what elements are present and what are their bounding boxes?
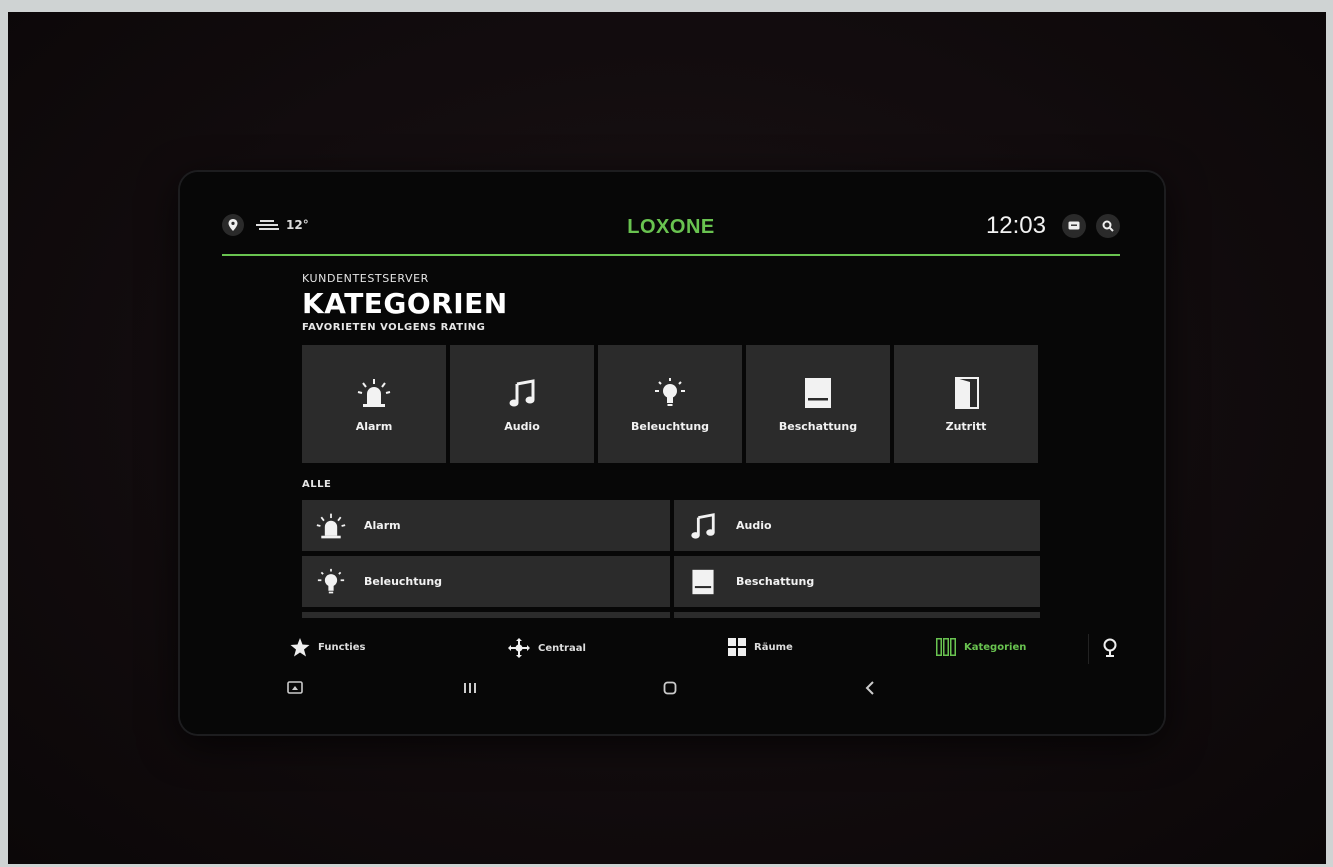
favorite-tile-alarm[interactable]: Alarm bbox=[302, 345, 446, 463]
nav-tab-label: Räume bbox=[754, 641, 793, 653]
category-label: Alarm bbox=[364, 519, 401, 532]
message-icon bbox=[1068, 221, 1080, 230]
all-heading: ALLE bbox=[302, 479, 332, 490]
screen-capture-icon bbox=[287, 681, 303, 694]
lightbulb-icon bbox=[317, 568, 345, 593]
loxone-logo: LOXONE bbox=[627, 216, 715, 238]
all-categories-list: Alarm Audio Beleuchtung Beschattung bbox=[302, 500, 1044, 618]
favorite-label: Zutritt bbox=[945, 419, 987, 433]
top-bar-right: 12:03 bbox=[986, 212, 1120, 240]
nav-user-button[interactable] bbox=[1102, 638, 1118, 658]
grid-icon bbox=[728, 638, 746, 656]
siren-icon bbox=[316, 513, 346, 538]
main-content: KUNDENTESTSERVER KATEGORIEN FAVORIETEN V… bbox=[302, 272, 1044, 618]
location-pin-icon bbox=[228, 219, 238, 231]
categories-icon bbox=[936, 638, 956, 656]
back-button[interactable] bbox=[858, 676, 882, 700]
nav-tab-centraal[interactable]: Centraal bbox=[508, 638, 586, 658]
nav-tab-kategorien[interactable]: Kategorien bbox=[936, 638, 1026, 656]
list-row-partial bbox=[674, 612, 1040, 618]
category-row-audio[interactable]: Audio bbox=[674, 500, 1040, 551]
fog-icon bbox=[256, 220, 279, 230]
favorite-tile-audio[interactable]: Audio bbox=[450, 345, 594, 463]
search-button[interactable] bbox=[1096, 214, 1120, 238]
nav-divider bbox=[1088, 634, 1089, 664]
favorites-heading: FAVORIETEN VOLGENS RATING bbox=[302, 322, 486, 333]
system-navigation-bar bbox=[180, 672, 1164, 702]
temperature: 12° bbox=[286, 218, 309, 232]
home-icon bbox=[663, 681, 677, 695]
favorite-tile-beleuchtung[interactable]: Beleuchtung bbox=[598, 345, 742, 463]
nav-tab-label: Functies bbox=[318, 642, 366, 653]
siren-icon bbox=[357, 378, 391, 407]
category-row-beleuchtung[interactable]: Beleuchtung bbox=[302, 556, 670, 607]
recent-apps-icon bbox=[464, 683, 476, 693]
lightbulb-icon bbox=[655, 377, 685, 406]
favorite-label: Beschattung bbox=[778, 419, 858, 433]
favorite-tile-beschattung[interactable]: Beschattung bbox=[746, 345, 890, 463]
notifications-button[interactable] bbox=[1062, 214, 1086, 238]
category-row-beschattung[interactable]: Beschattung bbox=[674, 556, 1040, 607]
favorite-label: Audio bbox=[504, 419, 540, 433]
blind-icon bbox=[805, 377, 831, 408]
favorite-label: Beleuchtung bbox=[630, 419, 710, 433]
server-name: KUNDENTESTSERVER bbox=[302, 272, 429, 285]
home-button[interactable] bbox=[658, 676, 682, 700]
weather-widget[interactable]: 12° bbox=[256, 218, 309, 232]
wall-background: 12° LOXONE 12:03 KUNDENTESTSERVER KATEGO… bbox=[8, 12, 1326, 864]
nav-tab-functies[interactable]: Functies bbox=[290, 638, 365, 657]
location-button[interactable] bbox=[222, 214, 244, 236]
recent-apps-button[interactable] bbox=[458, 676, 482, 700]
clock: 12:03 bbox=[985, 212, 1046, 239]
back-chevron-icon bbox=[865, 681, 874, 695]
screenshot-button[interactable] bbox=[283, 676, 307, 700]
category-label: Beleuchtung bbox=[364, 575, 443, 588]
favorite-label: Alarm bbox=[355, 419, 393, 433]
music-note-icon bbox=[509, 378, 535, 406]
category-label: Beschattung bbox=[736, 575, 815, 588]
top-bar-left: 12° bbox=[222, 214, 309, 236]
door-icon bbox=[955, 376, 979, 409]
header-divider bbox=[222, 254, 1120, 256]
search-icon bbox=[1102, 220, 1114, 232]
category-label: Audio bbox=[736, 519, 772, 532]
user-pin-icon bbox=[1103, 638, 1117, 657]
star-icon bbox=[290, 638, 310, 657]
favorite-tile-zutritt[interactable]: Zutritt bbox=[894, 345, 1038, 463]
favorites-grid: Alarm Audio Beleuchtung Beschattung Zutr… bbox=[302, 345, 1044, 463]
music-note-icon bbox=[691, 512, 715, 539]
nav-tab-label: Centraal bbox=[538, 642, 586, 654]
blind-icon bbox=[692, 569, 714, 594]
nav-tab-raume[interactable]: Räume bbox=[728, 638, 793, 656]
tablet-frame: 12° LOXONE 12:03 KUNDENTESTSERVER KATEGO… bbox=[180, 172, 1164, 734]
move-icon bbox=[508, 638, 530, 658]
list-row-partial bbox=[302, 612, 670, 618]
category-row-alarm[interactable]: Alarm bbox=[302, 500, 670, 551]
nav-tab-label: Kategorien bbox=[964, 641, 1027, 653]
bottom-navigation: Functies Centraal Räume Kategorien bbox=[180, 624, 1164, 672]
page-title: KATEGORIEN bbox=[302, 287, 508, 320]
top-bar: 12° LOXONE 12:03 bbox=[222, 208, 1120, 256]
app-screen: 12° LOXONE 12:03 KUNDENTESTSERVER KATEGO… bbox=[180, 172, 1164, 734]
